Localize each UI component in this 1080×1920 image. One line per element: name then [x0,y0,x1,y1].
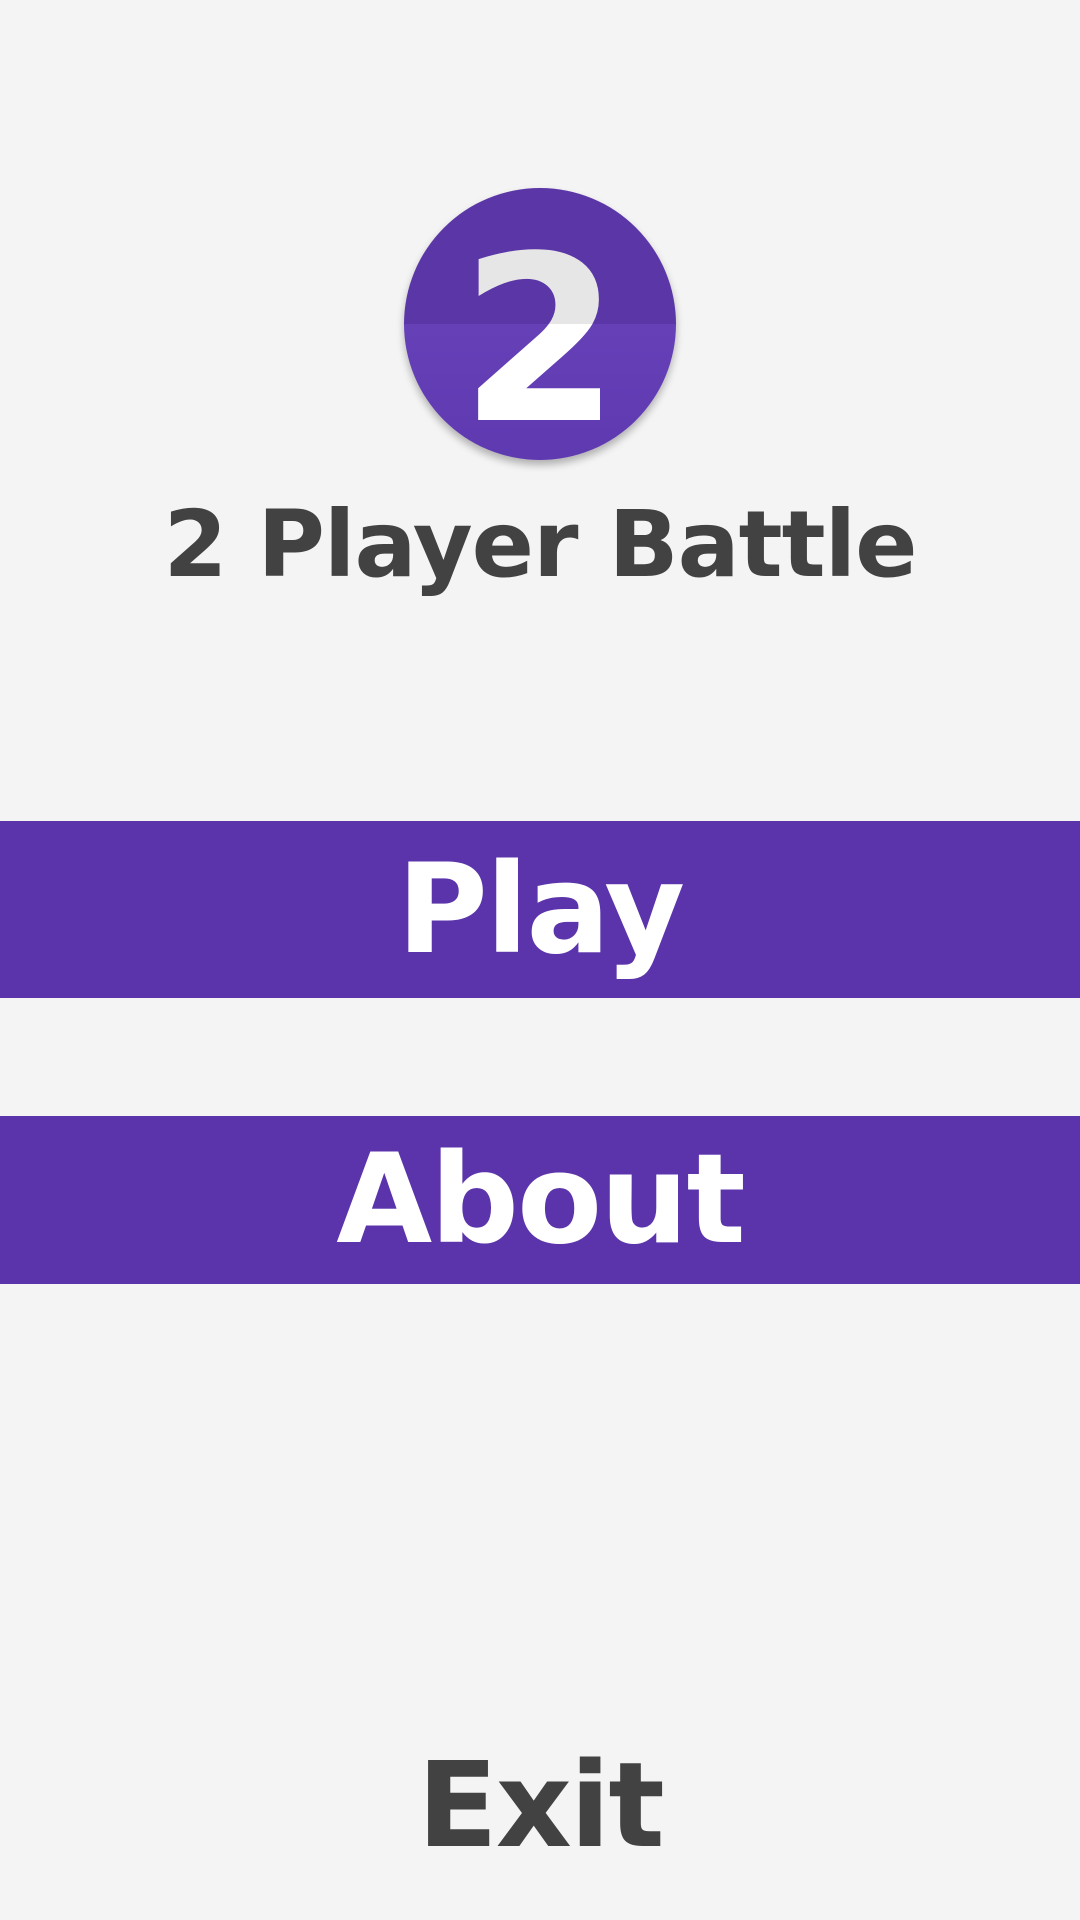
about-button-label: About [336,1128,745,1272]
about-button[interactable]: About [0,1116,1080,1284]
app-title: 2 Player Battle [163,491,917,598]
exit-button-label: Exit [417,1736,665,1874]
play-button-label: Play [396,837,685,982]
app-logo: 2 2 [404,188,676,460]
number-two-icon: 2 2 [460,208,620,460]
play-button[interactable]: Play [0,821,1080,998]
exit-button[interactable]: Exit [340,1736,740,1874]
